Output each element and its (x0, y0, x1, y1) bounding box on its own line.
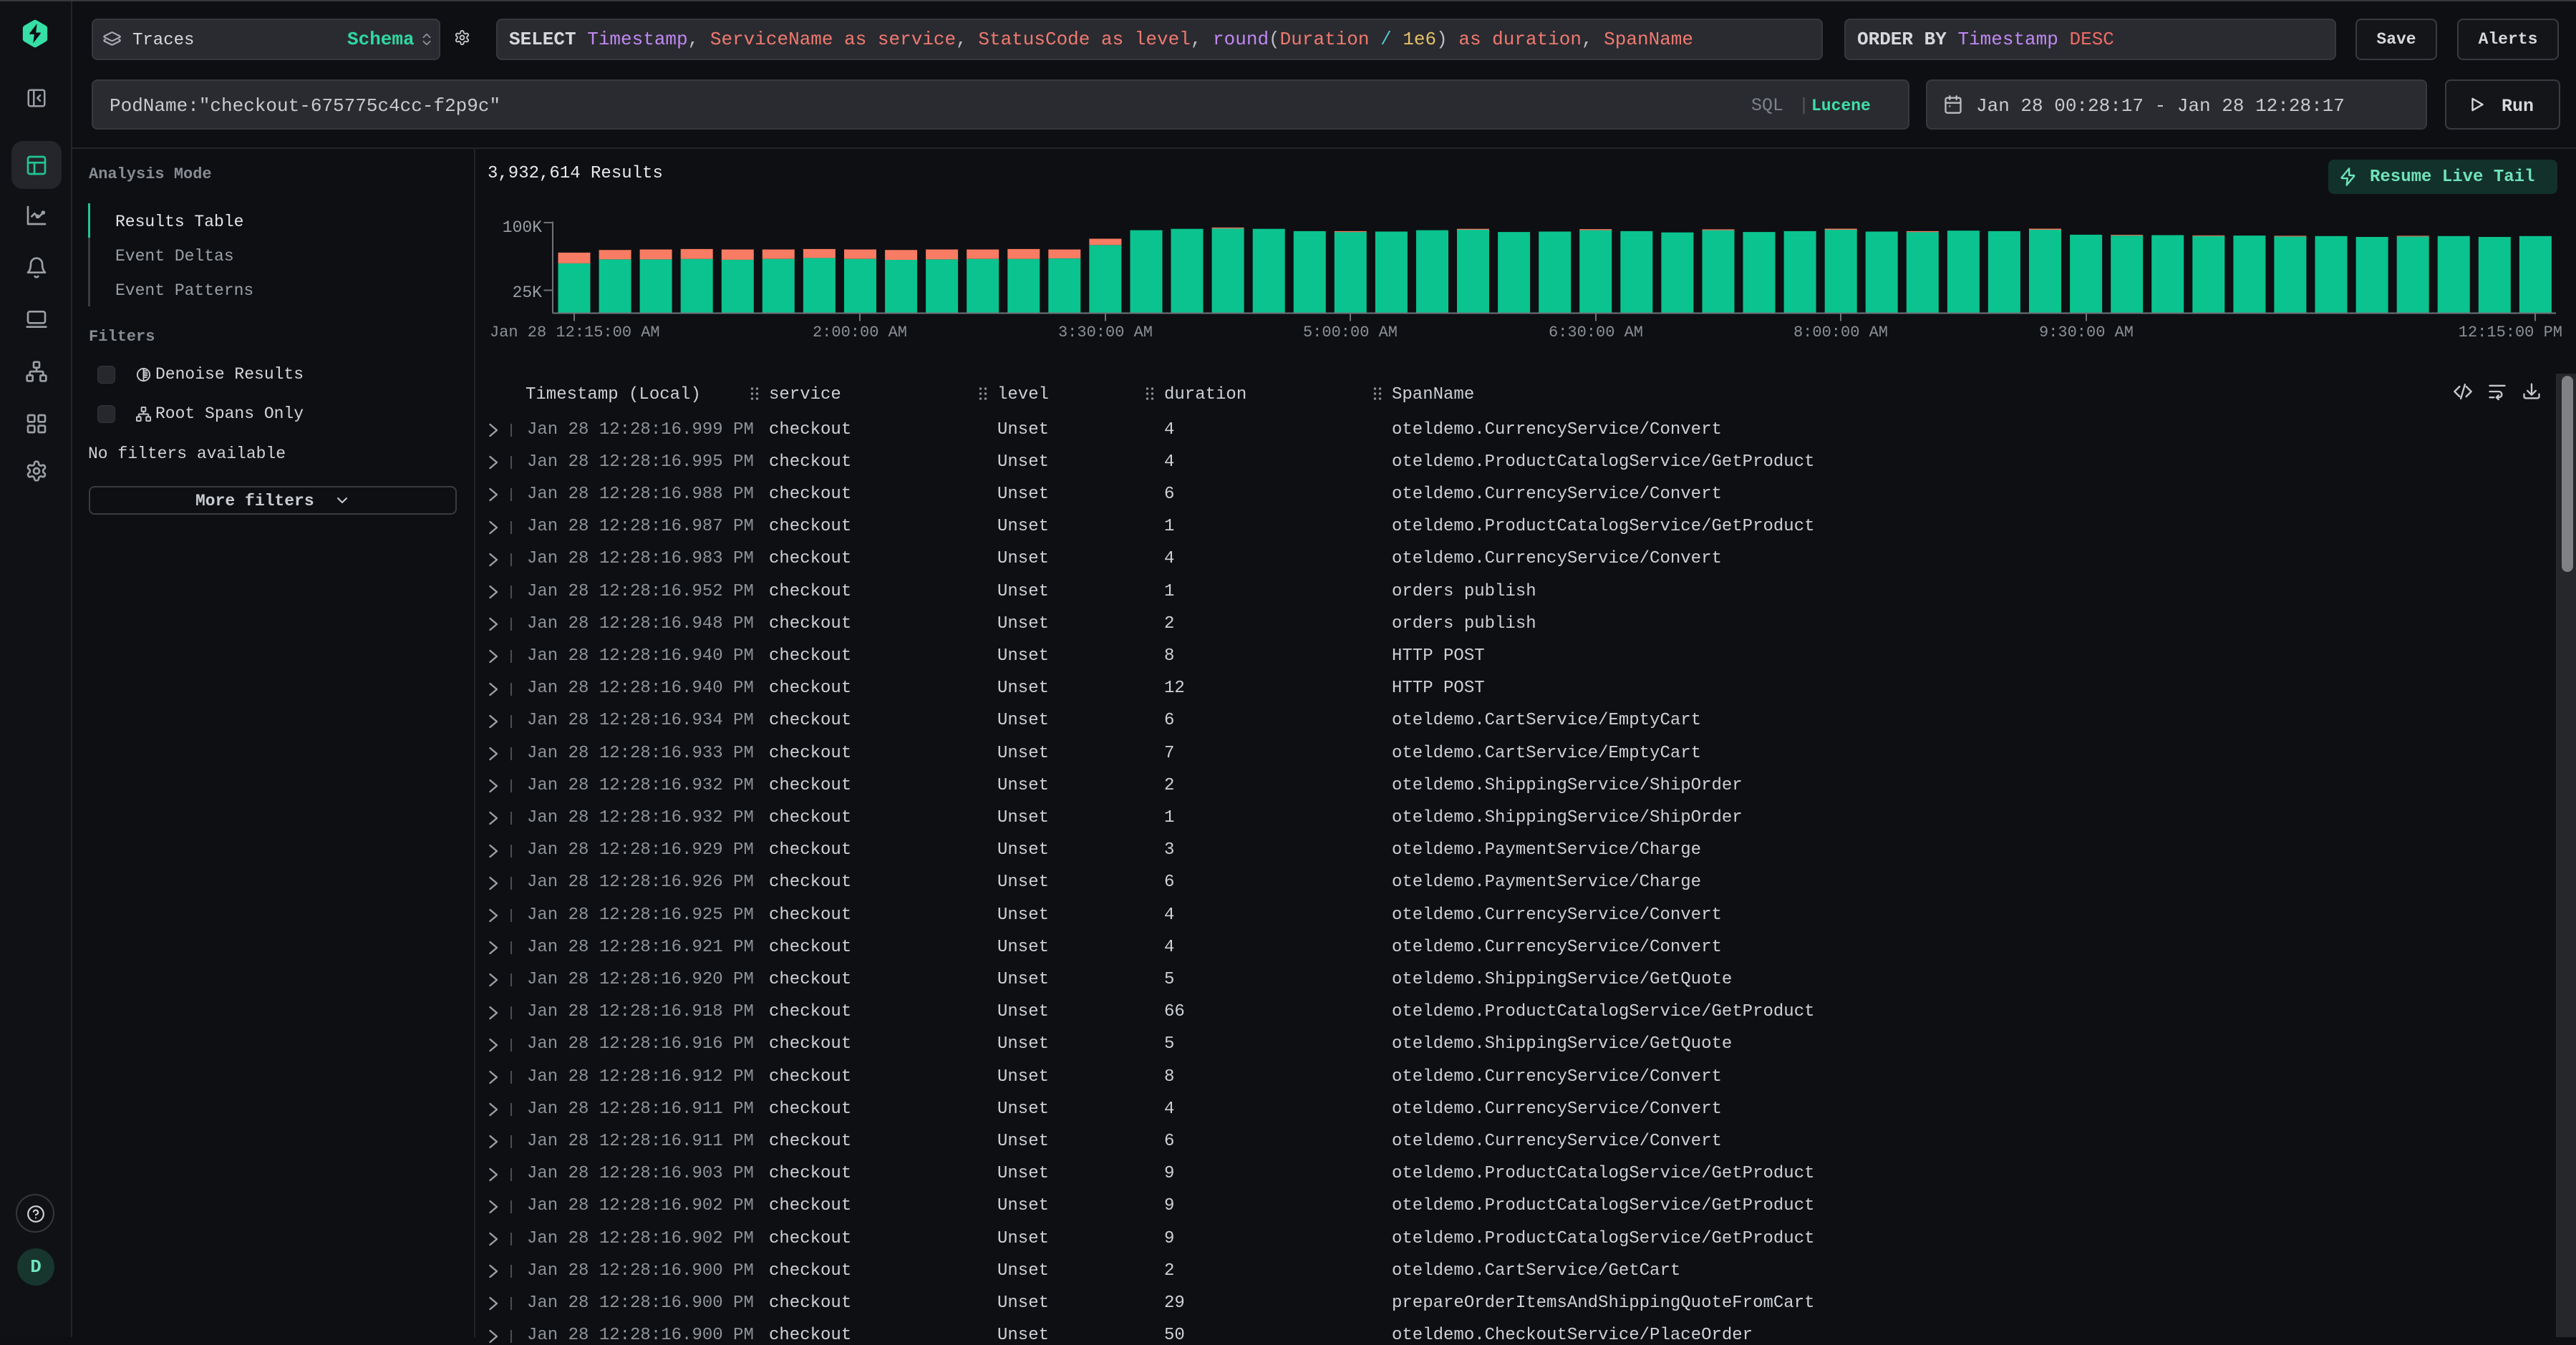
svg-text:9:30:00 AM: 9:30:00 AM (2039, 324, 2134, 341)
svg-text:8:00:00 AM: 8:00:00 AM (1793, 324, 1888, 341)
svg-text:100K: 100K (503, 218, 542, 237)
svg-text:5:00:00 AM: 5:00:00 AM (1303, 324, 1398, 341)
svg-text:25K: 25K (513, 283, 543, 302)
svg-text:12:15:00 PM: 12:15:00 PM (2459, 324, 2562, 341)
svg-text:3:30:00 AM: 3:30:00 AM (1058, 324, 1153, 341)
svg-text:2:00:00 AM: 2:00:00 AM (813, 324, 907, 341)
svg-text:6:30:00 AM: 6:30:00 AM (1549, 324, 1643, 341)
svg-text:Jan 28 12:15:00 AM: Jan 28 12:15:00 AM (490, 324, 660, 341)
